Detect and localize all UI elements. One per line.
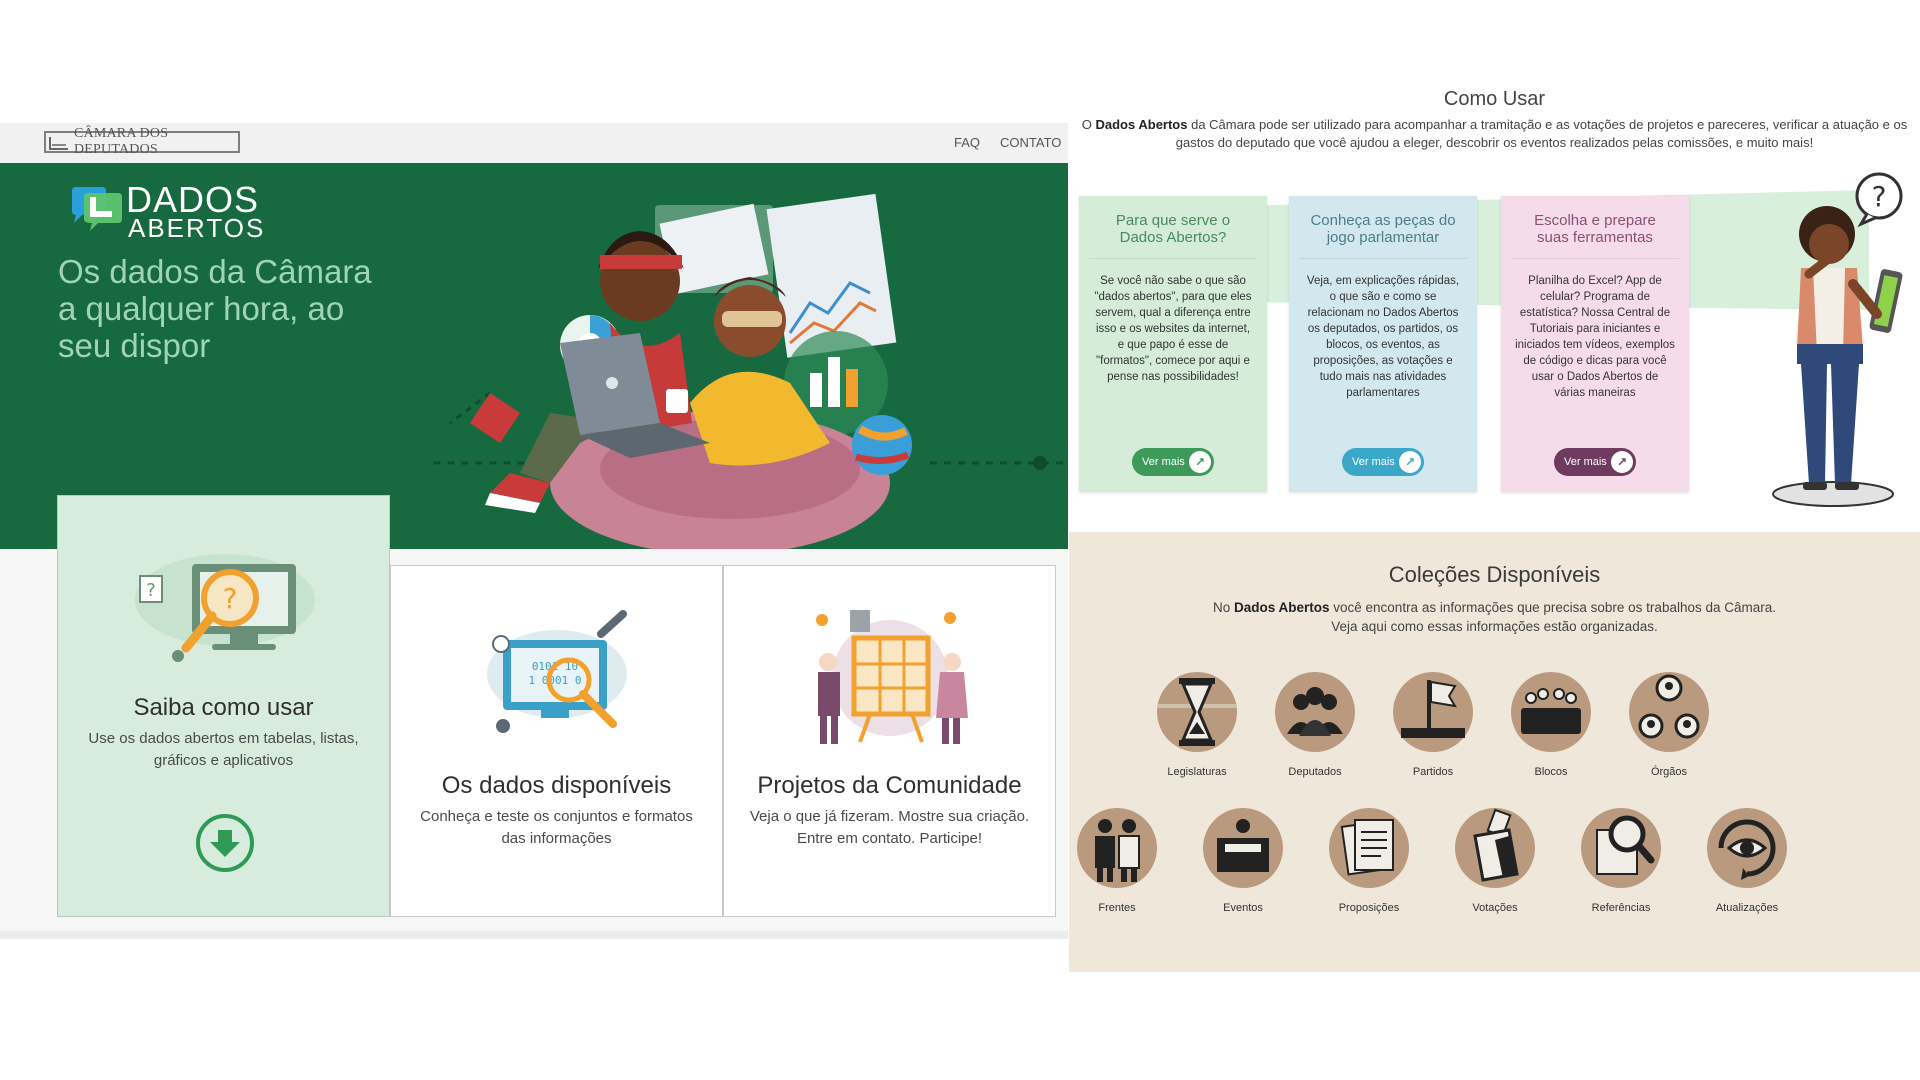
org-chart-icon <box>1629 672 1709 752</box>
speech-bubble-logo-icon <box>72 187 122 231</box>
scroll-down-button[interactable] <box>196 814 254 872</box>
colecao-orgaos[interactable]: Órgãos <box>1609 664 1729 778</box>
camara-building-icon <box>48 133 70 151</box>
how-card-text: Veja, em explicações rápidas, o que são … <box>1306 275 1460 399</box>
col-desc-bold: Dados Abertos <box>1234 600 1330 615</box>
top-bar: CÂMARA DOS DEPUTADOS FAQ CONTATO <box>0 123 1068 163</box>
colecao-label: Proposições <box>1338 902 1400 914</box>
colecoes-section: Coleções Disponíveis No Dados Abertos vo… <box>1069 532 1920 972</box>
colecao-label: Blocos <box>1534 766 1568 778</box>
colecao-label: Referências <box>1591 902 1651 914</box>
svg-text:?: ? <box>223 582 238 615</box>
col-desc-prefix: No <box>1212 600 1234 615</box>
brand-line2: ABERTOS <box>128 213 266 243</box>
colecao-frentes[interactable]: Frentes <box>1057 800 1177 914</box>
how-card-text: Se você não sabe o que são "dados aberto… <box>1094 275 1252 383</box>
colecao-blocos[interactable]: Blocos <box>1491 664 1611 778</box>
colecao-label: Deputados <box>1288 766 1342 778</box>
ver-mais-label: Ver mais <box>1142 456 1185 468</box>
how-card-text: Planilha do Excel? App de celular? Progr… <box>1515 275 1675 399</box>
ver-mais-button[interactable]: Ver mais ↗ <box>1554 448 1636 476</box>
dados-abertos-logo[interactable]: DADOS ABERTOS <box>68 177 268 243</box>
how-card-title: Escolha e prepare suas ferramentas <box>1511 196 1679 259</box>
card-description: Conheça e teste os conjuntos e formatos … <box>420 808 693 847</box>
ver-mais-label: Ver mais <box>1352 456 1395 468</box>
colecao-label: Votações <box>1472 902 1518 914</box>
arrow-down-icon <box>210 830 240 857</box>
colecao-label: Frentes <box>1098 902 1136 914</box>
colecao-label: Órgãos <box>1650 766 1688 778</box>
how-card-ferramentas: Escolha e prepare suas ferramentas Plani… <box>1501 196 1689 492</box>
card-saiba-como-usar[interactable]: ? ? Saiba como usar Use os dados abertos… <box>57 495 390 917</box>
woman-with-tablet-illustration: ? <box>1772 172 1903 507</box>
meeting-table-icon <box>1511 672 1591 752</box>
card-title: Projetos da Comunidade <box>757 772 1022 799</box>
svg-text:?: ? <box>1872 180 1887 213</box>
colecao-partidos[interactable]: Partidos <box>1373 664 1493 778</box>
colecoes-description: No Dados Abertos você encontra as inform… <box>1069 598 1920 636</box>
help-computer-icon: ? ? <box>135 554 315 662</box>
how-card-para-que-serve: Para que serve o Dados Abertos? Se você … <box>1079 196 1267 492</box>
card-dados-disponiveis[interactable]: 0101 10 1 0001 0 Os dados disponíveis Co… <box>390 565 723 917</box>
colecao-atualizacoes[interactable]: Atualizações <box>1687 800 1807 914</box>
colecao-eventos[interactable]: Eventos <box>1183 800 1303 914</box>
col-desc-suffix: você encontra as informações que precisa… <box>1331 600 1777 634</box>
colecao-deputados[interactable]: Deputados <box>1255 664 1375 778</box>
card-title: Saiba como usar <box>133 694 314 721</box>
external-link-icon: ↗ <box>1189 451 1211 473</box>
nav-faq-link[interactable]: FAQ <box>954 135 980 150</box>
card-projetos-comunidade[interactable]: Projetos da Comunidade Veja o que já fiz… <box>723 565 1056 917</box>
colecao-label: Eventos <box>1223 902 1263 914</box>
eye-refresh-icon <box>1707 808 1787 888</box>
hourglass-icon <box>1157 672 1237 752</box>
svg-text:?: ? <box>146 580 156 601</box>
como-usar-title: Como Usar <box>1443 88 1546 110</box>
how-card-title: Conheça as peças do jogo parlamentar <box>1299 196 1467 259</box>
hero-banner: DADOS ABERTOS Os dados da Câmara a qualq… <box>0 163 1068 549</box>
colecoes-title: Coleções Disponíveis <box>1388 562 1601 587</box>
binary-data-monitor-icon: 0101 10 1 0001 0 <box>487 610 627 733</box>
como-desc-prefix: O <box>1081 117 1096 132</box>
flag-icon <box>1393 672 1473 752</box>
two-people-icon <box>1077 808 1157 888</box>
colecao-referencias[interactable]: Referências <box>1561 800 1681 914</box>
colecao-label: Legislaturas <box>1167 766 1227 778</box>
colecao-label: Partidos <box>1412 766 1454 778</box>
documents-icon <box>1329 808 1409 888</box>
card-description: Use os dados abertos em tabelas, listas,… <box>88 730 359 769</box>
bottom-divider <box>0 931 1068 939</box>
card-title: Os dados disponíveis <box>441 772 672 799</box>
colecao-legislaturas[interactable]: Legislaturas <box>1137 664 1257 778</box>
magnifier-document-icon <box>1581 808 1661 888</box>
como-desc-suffix: da Câmara pode ser utilizado para acompa… <box>1175 117 1908 150</box>
podium-icon <box>1203 808 1283 888</box>
nav-contato-link[interactable]: CONTATO <box>1000 135 1061 150</box>
como-usar-and-colecoes-screenshot: Como Usar O Dados Abertos da Câmara pode… <box>1069 80 1920 972</box>
ver-mais-button[interactable]: Ver mais ↗ <box>1342 448 1424 476</box>
colecao-votacoes[interactable]: Votações <box>1435 800 1555 914</box>
card-description: Veja o que já fizeram. Mostre sua criaçã… <box>749 808 1030 847</box>
dados-abertos-homepage-screenshot: CÂMARA DOS DEPUTADOS FAQ CONTATO DADOS A… <box>0 123 1068 939</box>
como-desc-bold: Dados Abertos <box>1095 117 1188 132</box>
svg-text:1 0001 0: 1 0001 0 <box>529 674 582 687</box>
ver-mais-label: Ver mais <box>1564 456 1607 468</box>
camara-logo[interactable]: CÂMARA DOS DEPUTADOS <box>44 126 240 157</box>
how-card-pecas-jogo: Conheça as peças do jogo parlamentar Vej… <box>1289 196 1477 492</box>
community-board-icon <box>816 610 968 744</box>
people-group-icon <box>1275 672 1355 752</box>
colecao-label: Atualizações <box>1715 902 1779 914</box>
how-card-title: Para que serve o Dados Abertos? <box>1089 196 1257 259</box>
colecao-proposicoes[interactable]: Proposições <box>1309 800 1429 914</box>
ballot-box-icon <box>1455 808 1535 888</box>
external-link-icon: ↗ <box>1399 451 1421 473</box>
external-link-icon: ↗ <box>1611 451 1633 473</box>
como-usar-description: O Dados Abertos da Câmara pode ser utili… <box>1069 116 1920 152</box>
hero-illustration <box>430 193 1068 549</box>
ver-mais-button[interactable]: Ver mais ↗ <box>1132 448 1214 476</box>
camara-logo-text: CÂMARA DOS DEPUTADOS <box>74 126 169 157</box>
hero-headline: Os dados da Câmara a qualquer hora, ao s… <box>58 253 372 364</box>
